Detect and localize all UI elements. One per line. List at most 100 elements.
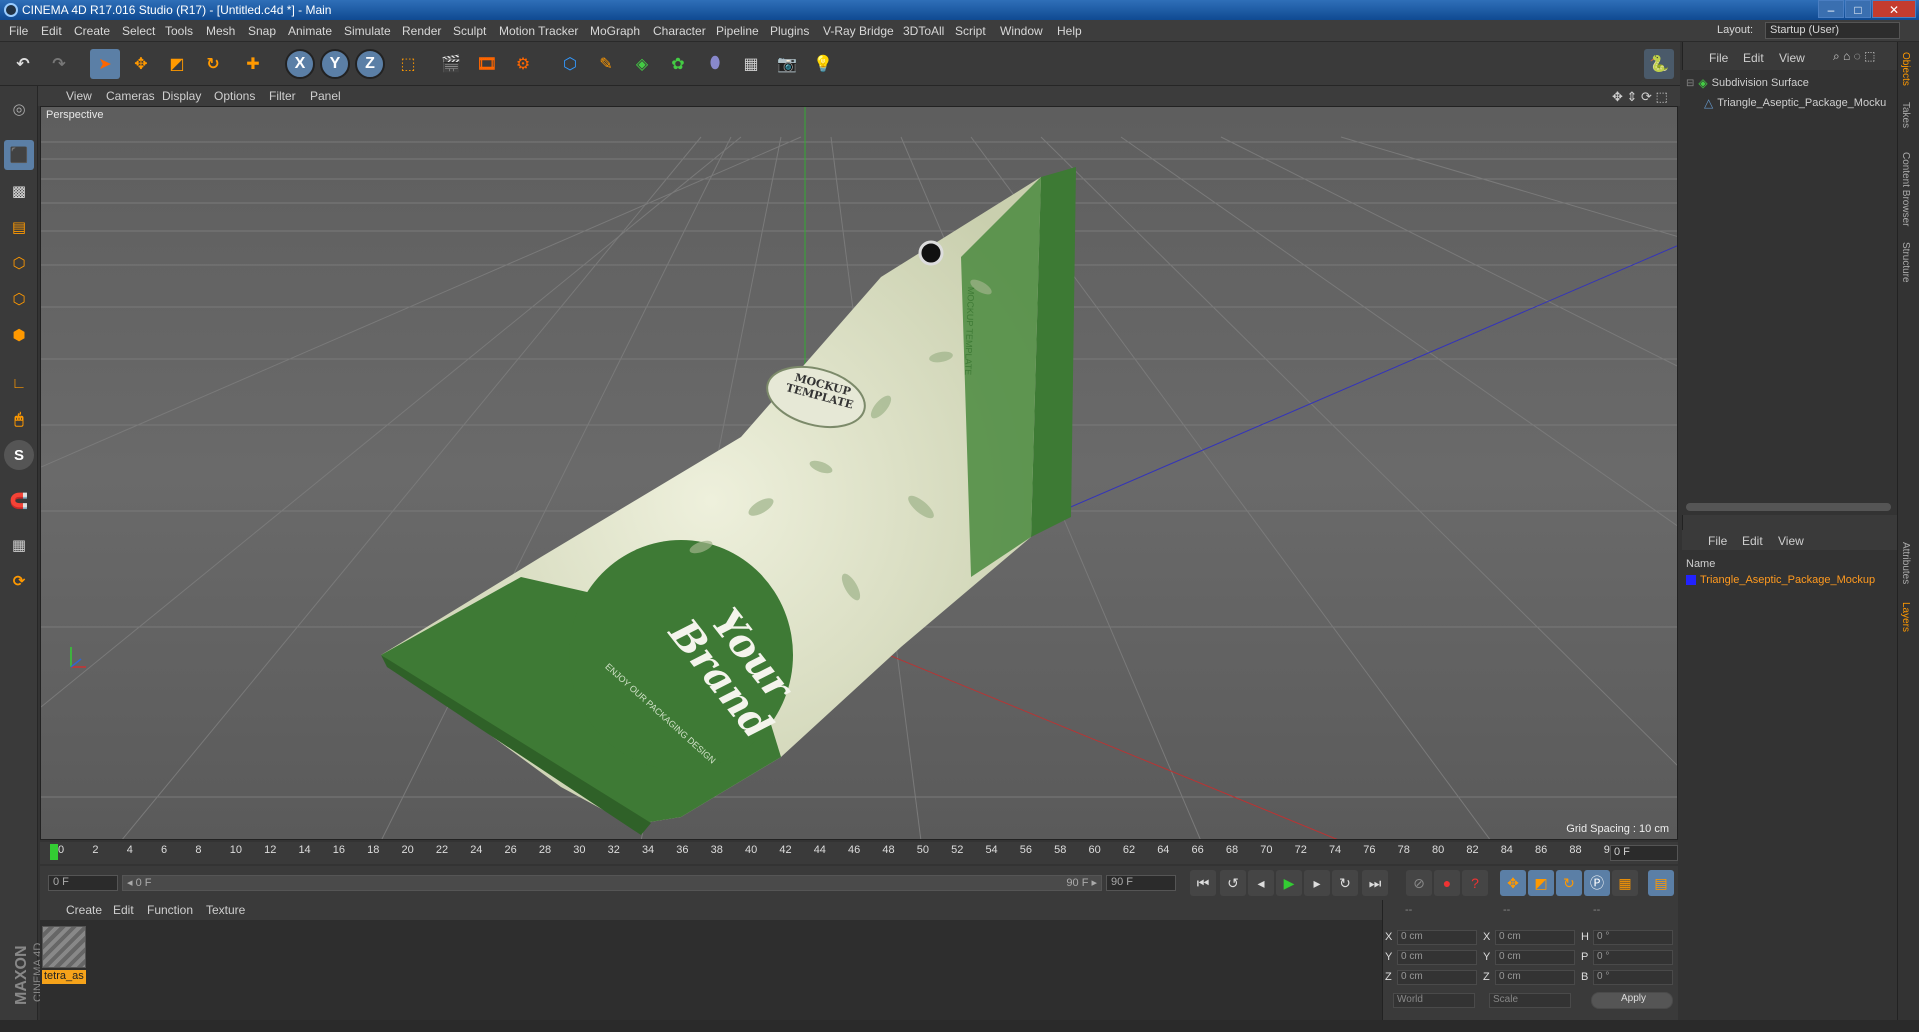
vp-menu-display[interactable]: Display [162,89,201,103]
menu-motion-tracker[interactable]: Motion Tracker [499,24,578,38]
menu-script[interactable]: Script [955,24,986,38]
start-frame-field[interactable]: 0 F [48,875,118,891]
rotate-tool-icon[interactable]: ↻ [198,49,228,79]
play-icon[interactable]: ▶ [1276,870,1302,896]
live-select-icon[interactable]: ✚ [238,49,268,79]
menu-simulate[interactable]: Simulate [344,24,391,38]
coord-pos-y-field[interactable]: 0 cm [1397,950,1477,965]
frame-range-slider[interactable]: ◂ 0 F 90 F ▸ [122,875,1102,891]
key-rotation-icon[interactable]: ↻ [1556,870,1582,896]
playhead-marker[interactable] [50,844,58,860]
om-menu-view[interactable]: View [1779,51,1805,65]
layer-menu-file[interactable]: File [1708,534,1727,548]
texture-mode-icon[interactable]: ▩ [4,176,34,206]
menu-vray-bridge[interactable]: V-Ray Bridge [823,24,894,38]
axis-z-lock[interactable]: Z [355,49,385,79]
render-settings-icon[interactable]: ⚙ [508,49,538,79]
tab-layers[interactable]: Layers [1900,602,1911,632]
camera-icon[interactable]: 📷 [772,49,802,79]
record-keys-icon[interactable]: ● [1434,870,1460,896]
vp-menu-filter[interactable]: Filter [269,89,296,103]
coord-rot-b-field[interactable]: 0 ° [1593,970,1673,985]
menu-3dtoall[interactable]: 3DToAll [903,24,944,38]
menu-window[interactable]: Window [1000,24,1043,38]
om-search-icon[interactable]: ⌕ ⌂ ◌ ⬚ [1833,49,1875,64]
tree-item-subdivision[interactable]: ⊟ ◈ Subdivision Surface [1686,76,1809,90]
object-tree-scrollbar[interactable] [1686,503,1891,511]
menu-mograph[interactable]: MoGraph [590,24,640,38]
planar-workplane-icon[interactable]: ⟳ [4,566,34,596]
coord-scale-select[interactable]: Scale [1489,993,1571,1008]
redo-icon[interactable]: ↷ [44,49,74,79]
menu-sculpt[interactable]: Sculpt [453,24,486,38]
workplane-mode-icon[interactable]: ▤ [4,212,34,242]
subdivision-surface-icon[interactable]: ◈ [627,49,657,79]
coord-size-y-field[interactable]: 0 cm [1495,950,1575,965]
scale-tool-icon[interactable]: ◩ [162,49,192,79]
tab-attributes[interactable]: Attributes [1900,542,1911,584]
current-frame-field[interactable]: 0 F [1610,845,1678,861]
vp-menu-cameras[interactable]: Cameras [106,89,155,103]
tab-content-browser[interactable]: Content Browser [1900,152,1911,226]
autokey-icon[interactable]: ? [1462,870,1488,896]
spline-pen-icon[interactable]: ✎ [591,49,621,79]
om-menu-file[interactable]: File [1709,51,1728,65]
tab-objects[interactable]: Objects [1900,52,1911,86]
polygons-mode-icon[interactable]: ⬢ [4,320,34,350]
layer-menu-edit[interactable]: Edit [1742,534,1763,548]
render-picture-viewer-icon[interactable]: 🎞 [472,49,502,79]
key-pla-icon[interactable]: ▦ [1612,870,1638,896]
mat-menu-texture[interactable]: Texture [206,903,245,917]
material-thumbnail[interactable] [42,926,86,968]
tree-item-mesh[interactable]: △ Triangle_Aseptic_Package_Mocku [1704,96,1886,110]
tweak-mode-icon[interactable]: 🖱 [4,404,34,434]
key-scale-icon[interactable]: ◩ [1528,870,1554,896]
move-tool-icon[interactable]: ✥ [126,49,156,79]
floor-icon[interactable]: ▦ [736,49,766,79]
maximize-button[interactable]: □ [1845,0,1871,18]
menu-edit[interactable]: Edit [41,24,62,38]
menu-file[interactable]: File [9,24,28,38]
render-view-icon[interactable]: 🎬 [436,49,466,79]
goto-start-icon[interactable]: ⏮ [1190,870,1216,896]
coord-pos-x-field[interactable]: 0 cm [1397,930,1477,945]
menu-help[interactable]: Help [1057,24,1082,38]
axis-x-lock[interactable]: X [285,49,315,79]
tab-structure[interactable]: Structure [1900,242,1911,283]
coord-mode-select[interactable]: World [1393,993,1475,1008]
next-key-icon[interactable]: ↻ [1332,870,1358,896]
menu-snap[interactable]: Snap [248,24,276,38]
viewport-nav-icon[interactable]: ✥ ⇕ ⟳ ⬚ [1612,89,1668,105]
vp-menu-panel[interactable]: Panel [310,89,341,103]
menu-tools[interactable]: Tools [165,24,193,38]
cloner-icon[interactable]: ✿ [663,49,693,79]
mat-menu-create[interactable]: Create [66,903,102,917]
undo-icon[interactable]: ↶ [8,49,38,79]
make-editable-icon[interactable]: ◎ [4,94,34,124]
python-icon[interactable]: 🐍 [1644,49,1674,79]
minimize-button[interactable]: – [1818,0,1844,18]
key-position-icon[interactable]: ✥ [1500,870,1526,896]
key-parameter-icon[interactable]: Ⓟ [1584,870,1610,896]
next-frame-icon[interactable]: ▸ [1304,870,1330,896]
layer-menu-view[interactable]: View [1778,534,1804,548]
menu-create[interactable]: Create [74,24,110,38]
tree-collapse-icon[interactable]: ⊟ [1686,78,1694,89]
axis-mode-icon[interactable]: ∟ [4,368,34,398]
menu-mesh[interactable]: Mesh [206,24,235,38]
prev-key-icon[interactable]: ↺ [1220,870,1246,896]
menu-character[interactable]: Character [653,24,706,38]
menu-animate[interactable]: Animate [288,24,332,38]
light-icon[interactable]: 💡 [808,49,838,79]
menu-render[interactable]: Render [402,24,441,38]
snap-magnet-icon[interactable]: 🧲 [4,486,34,516]
close-button[interactable]: ✕ [1872,0,1916,18]
mat-menu-edit[interactable]: Edit [113,903,134,917]
layer-item[interactable]: Triangle_Aseptic_Package_Mockup [1686,572,1897,588]
coord-size-x-field[interactable]: 0 cm [1495,930,1575,945]
apply-button[interactable]: Apply [1591,992,1673,1009]
workplane-lock-icon[interactable]: ▦ [4,530,34,560]
menu-pipeline[interactable]: Pipeline [716,24,759,38]
vp-menu-options[interactable]: Options [214,89,255,103]
prev-frame-icon[interactable]: ◂ [1248,870,1274,896]
